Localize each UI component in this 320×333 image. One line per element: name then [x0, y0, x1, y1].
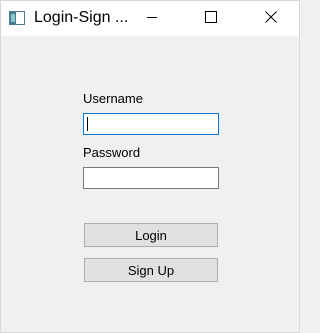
- username-label: Username: [83, 91, 143, 106]
- sign-up-button[interactable]: Sign Up: [84, 258, 218, 282]
- title-bar[interactable]: Login-Sign ...: [1, 1, 299, 36]
- login-window: Login-Sign ... Username Password Login S…: [0, 0, 300, 333]
- window-title: Login-Sign ...: [34, 9, 129, 26]
- close-button[interactable]: [248, 1, 294, 36]
- password-input[interactable]: [83, 167, 219, 189]
- maximize-button[interactable]: [188, 1, 234, 36]
- password-label: Password: [83, 145, 141, 160]
- login-form: Username Password Login Sign Up: [1, 36, 299, 332]
- minimize-button[interactable]: [129, 1, 175, 36]
- text-caret: [87, 117, 88, 131]
- close-icon: [265, 10, 277, 28]
- minimize-icon: [146, 10, 158, 28]
- app-window-icon: [9, 10, 25, 26]
- maximize-icon: [205, 10, 217, 28]
- username-input[interactable]: [83, 113, 219, 135]
- login-button[interactable]: Login: [84, 223, 218, 247]
